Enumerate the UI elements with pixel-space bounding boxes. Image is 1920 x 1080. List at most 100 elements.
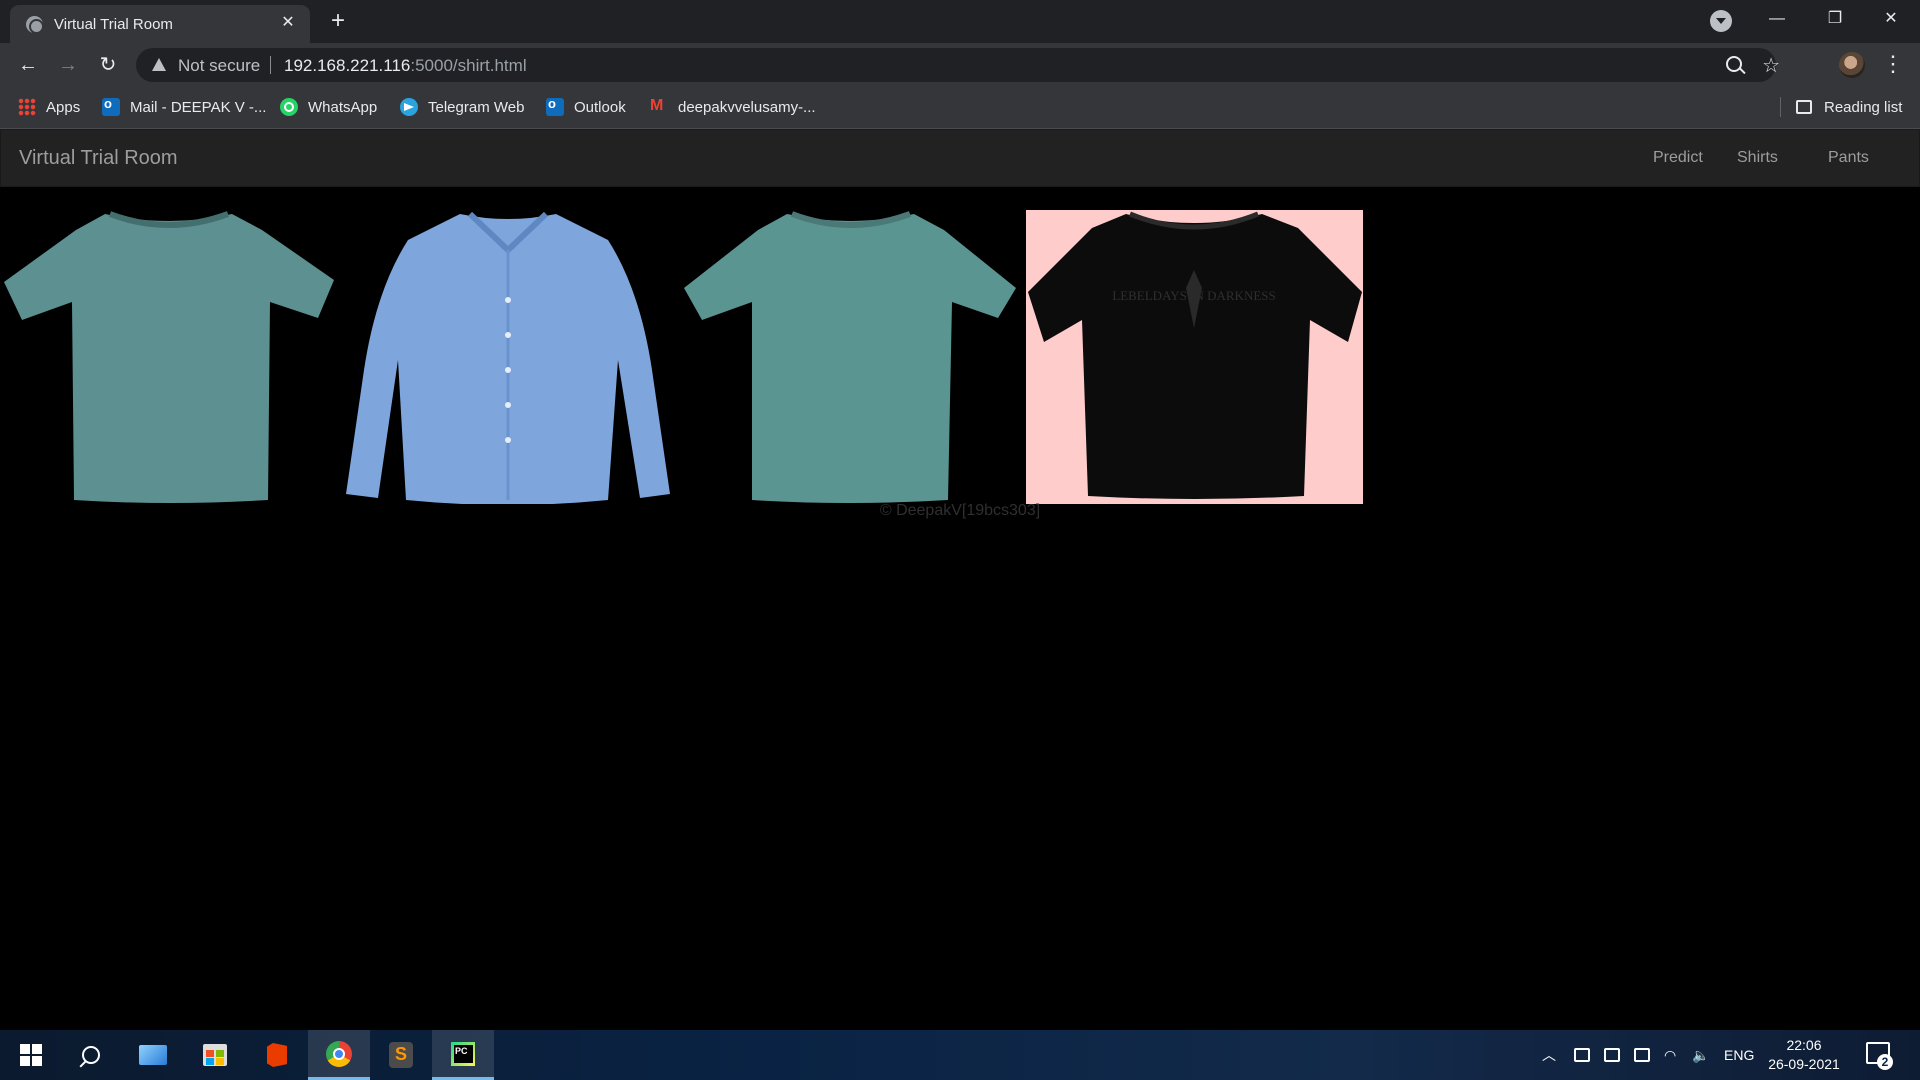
apps-grid-icon	[18, 98, 36, 116]
tab-title: Virtual Trial Room	[54, 16, 173, 33]
taskbar-sublime[interactable]	[370, 1030, 432, 1080]
telegram-icon	[400, 98, 418, 116]
tray-network[interactable]: ◠	[1664, 1030, 1676, 1080]
blue-dress-shirt-image	[346, 211, 670, 504]
bookmark-label: Outlook	[574, 98, 626, 116]
zoom-icon[interactable]	[1726, 56, 1742, 72]
tray-volume[interactable]: 🔈	[1692, 1030, 1709, 1080]
url-text[interactable]: 192.168.221.116:5000/shirt.html	[284, 56, 527, 76]
battery-icon	[1634, 1048, 1650, 1062]
product-shirt-1[interactable]	[0, 210, 337, 504]
bookmark-mail[interactable]: Mail - DEEPAK V -...	[102, 87, 266, 127]
address-separator	[270, 56, 271, 74]
tab-search-button[interactable]	[1710, 10, 1732, 32]
chrome-icon	[326, 1040, 352, 1067]
product-shirt-4[interactable]: LEBELDAYS IN DARKNESS	[1026, 210, 1363, 504]
windows-taskbar: ︿ ◠ 🔈 ENG 22:06 26-09-2021 2	[0, 1030, 1920, 1080]
minimize-button[interactable]: —	[1748, 0, 1806, 38]
warning-icon	[152, 58, 166, 71]
reload-button[interactable]: ↻	[94, 51, 122, 79]
menu-kebab-icon[interactable]: ⋮	[1882, 51, 1904, 79]
restore-button[interactable]: ❐	[1806, 0, 1864, 38]
tray-battery[interactable]	[1634, 1030, 1650, 1080]
reading-list-button[interactable]: Reading list	[1796, 87, 1902, 127]
bookmark-label: Apps	[46, 98, 81, 116]
security-status[interactable]: Not secure	[178, 56, 260, 76]
bookmark-label: Mail - DEEPAK V -...	[130, 98, 267, 116]
black-printed-tshirt-image: LEBELDAYS IN DARKNESS	[1026, 210, 1363, 504]
taskbar-search[interactable]	[60, 1030, 122, 1080]
close-window-button[interactable]: ✕	[1862, 0, 1920, 38]
shirt-body	[4, 214, 334, 503]
taskbar-this-pc[interactable]	[122, 1030, 184, 1080]
tray-language[interactable]: ENG	[1724, 1030, 1754, 1080]
bookmarks-bar: Apps Mail - DEEPAK V -... WhatsApp Teleg…	[0, 87, 1920, 129]
nav-predict[interactable]: Predict	[1653, 149, 1703, 167]
taskbar-clock[interactable]: 22:06 26-09-2021	[1768, 1036, 1840, 1074]
clock-time: 22:06	[1786, 1037, 1822, 1053]
whatsapp-icon	[280, 98, 298, 116]
office-icon	[267, 1043, 287, 1067]
this-pc-icon	[139, 1045, 167, 1065]
speaker-icon: 🔈	[1692, 1046, 1710, 1063]
address-bar[interactable]: Not secure 192.168.221.116:5000/shirt.ht…	[136, 48, 1780, 82]
store-icon	[203, 1044, 227, 1066]
outlook-icon	[546, 96, 564, 116]
site-brand[interactable]: Virtual Trial Room	[19, 147, 178, 170]
tab-strip: Virtual Trial Room ✕ + — ❐ ✕	[0, 0, 1920, 43]
chevron-up-icon: ︿	[1542, 1047, 1556, 1063]
back-button[interactable]: ←	[14, 51, 42, 79]
bookmark-telegram[interactable]: Telegram Web	[400, 87, 524, 127]
bookmark-star-icon[interactable]: ☆	[1762, 53, 1780, 78]
tray-overflow-button[interactable]: ︿	[1542, 1030, 1556, 1080]
site-navbar: Virtual Trial Room Predict Shirts Pants	[0, 129, 1920, 187]
outlook-icon	[102, 96, 120, 116]
start-icon	[20, 1044, 42, 1066]
reading-list-icon	[1796, 100, 1812, 114]
shield-icon	[1574, 1048, 1590, 1062]
product-shirt-2[interactable]	[340, 210, 677, 504]
notification-count-badge: 2	[1877, 1054, 1893, 1070]
tab-virtual-trial-room[interactable]: Virtual Trial Room ✕	[10, 5, 310, 43]
bookmark-label: deepakvvelusamy-...	[678, 98, 816, 116]
sublime-text-icon	[389, 1042, 413, 1068]
bookmark-whatsapp[interactable]: WhatsApp	[280, 87, 377, 127]
bookmarks-divider	[1780, 97, 1781, 117]
tray-security[interactable]	[1574, 1030, 1590, 1080]
reading-list-label: Reading list	[1824, 98, 1903, 116]
page-viewport: Virtual Trial Room Predict Shirts Pants	[0, 129, 1920, 1030]
url-host: 192.168.221.116	[284, 56, 411, 75]
teal-tshirt-image	[684, 211, 1016, 503]
teal-tshirt-image	[4, 211, 334, 503]
taskbar-chrome[interactable]	[308, 1030, 370, 1080]
nav-pants[interactable]: Pants	[1828, 149, 1869, 167]
clock-date: 26-09-2021	[1768, 1056, 1840, 1072]
close-tab-icon[interactable]: ✕	[276, 11, 300, 35]
bookmark-outlook[interactable]: Outlook	[546, 87, 626, 127]
globe-icon	[26, 16, 44, 34]
taskbar-store[interactable]	[184, 1030, 246, 1080]
taskbar-office[interactable]	[246, 1030, 308, 1080]
bookmark-label: Telegram Web	[428, 98, 525, 116]
shirt-body	[684, 214, 1016, 503]
new-tab-button[interactable]: +	[324, 8, 352, 36]
start-button[interactable]	[0, 1030, 62, 1080]
gmail-icon	[650, 97, 668, 116]
language-indicator: ENG	[1724, 1047, 1755, 1063]
taskbar-pycharm[interactable]	[432, 1030, 494, 1080]
url-path: :5000/shirt.html	[410, 56, 527, 75]
bookmark-label: WhatsApp	[308, 98, 378, 116]
product-shirt-3[interactable]	[682, 210, 1019, 504]
shirt-gallery: LEBELDAYS IN DARKNESS	[0, 210, 1920, 504]
forward-button[interactable]: →	[54, 51, 82, 79]
nav-shirts[interactable]: Shirts	[1737, 149, 1778, 167]
pycharm-icon	[451, 1041, 475, 1066]
tray-meet[interactable]	[1604, 1030, 1620, 1080]
footer-credit: © DeepakV[19bcs303]	[879, 502, 1041, 519]
bookmark-apps[interactable]: Apps	[18, 87, 80, 127]
wifi-icon: ◠	[1664, 1046, 1677, 1063]
bookmark-gmail[interactable]: deepakvvelusamy-...	[650, 87, 816, 127]
profile-avatar[interactable]	[1839, 52, 1865, 78]
browser-toolbar: ← → ↻ Not secure 192.168.221.116:5000/sh…	[0, 43, 1920, 87]
camera-icon	[1604, 1048, 1620, 1062]
